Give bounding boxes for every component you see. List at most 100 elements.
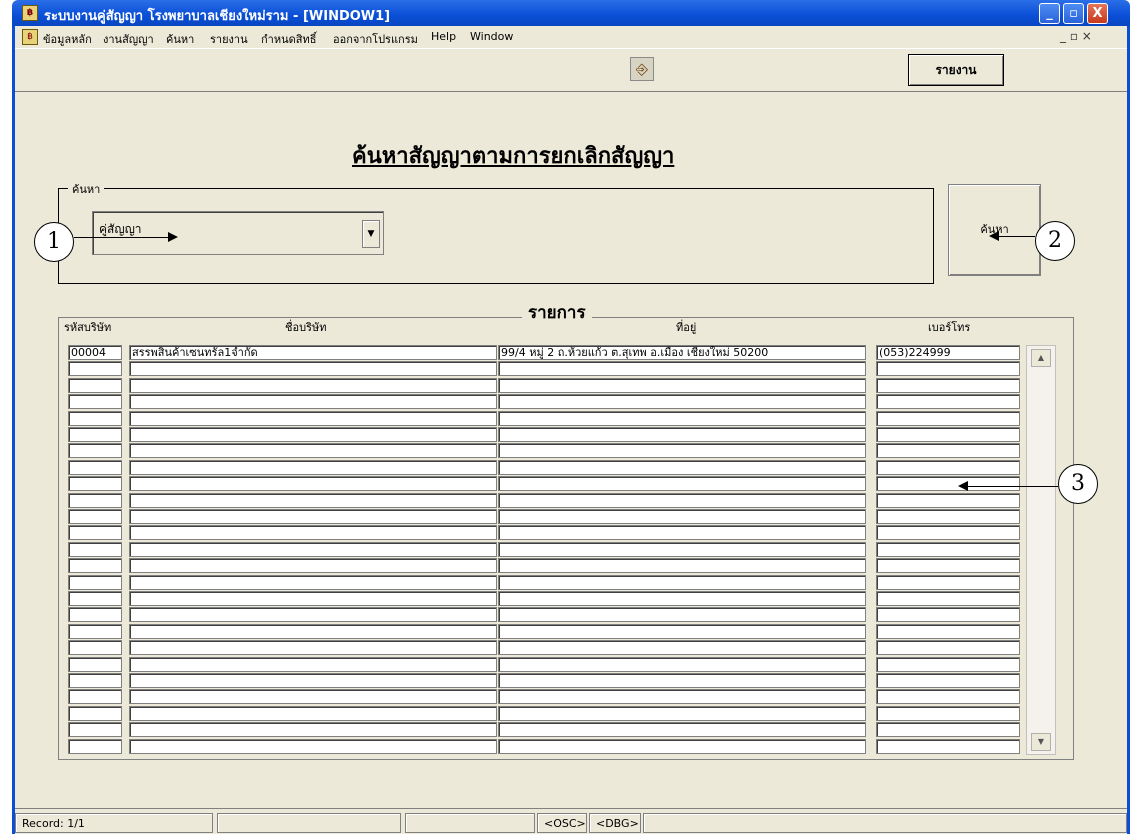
cell-company-name[interactable] bbox=[129, 640, 497, 656]
cell-company-name[interactable] bbox=[129, 509, 497, 524]
cell-company-code[interactable] bbox=[68, 673, 122, 688]
table-row[interactable]: 00004 สรรพสินค้าเซนทรัล1จำกัด 99/4 หมู่ 2 … bbox=[68, 345, 1020, 360]
cell-address[interactable] bbox=[498, 525, 866, 541]
cell-phone[interactable] bbox=[876, 574, 1020, 590]
cell-company-name[interactable] bbox=[129, 607, 497, 623]
app-icon[interactable]: ฿ bbox=[22, 5, 38, 21]
report-button[interactable]: รายงาน bbox=[908, 54, 1004, 86]
cell-company-name[interactable] bbox=[129, 689, 497, 705]
cell-address[interactable] bbox=[498, 410, 866, 426]
cell-company-code[interactable] bbox=[68, 722, 122, 738]
cell-address[interactable] bbox=[498, 443, 866, 459]
cell-company-name[interactable] bbox=[129, 492, 497, 508]
chevron-down-icon[interactable]: ▼ bbox=[362, 220, 380, 248]
cell-company-code[interactable] bbox=[68, 640, 122, 656]
cell-company-name[interactable] bbox=[129, 525, 497, 541]
cell-phone[interactable] bbox=[876, 410, 1020, 426]
table-row[interactable] bbox=[68, 591, 1020, 606]
search-button[interactable]: ค้นหา bbox=[948, 184, 1041, 276]
cell-company-code[interactable]: 00004 bbox=[68, 345, 122, 360]
table-row[interactable] bbox=[68, 410, 1020, 426]
table-row[interactable] bbox=[68, 558, 1020, 574]
cell-address[interactable] bbox=[498, 459, 866, 475]
vertical-scrollbar[interactable]: ▲ ▼ bbox=[1026, 345, 1056, 755]
table-row[interactable] bbox=[68, 427, 1020, 442]
cell-address[interactable] bbox=[498, 623, 866, 639]
cell-company-name[interactable] bbox=[129, 722, 497, 738]
cell-company-code[interactable] bbox=[68, 607, 122, 623]
minimize-button[interactable]: _ bbox=[1039, 3, 1060, 24]
cell-company-name[interactable] bbox=[129, 673, 497, 688]
cell-address[interactable] bbox=[498, 394, 866, 410]
cell-phone[interactable] bbox=[876, 361, 1020, 377]
cell-address[interactable] bbox=[498, 738, 866, 754]
cell-address[interactable] bbox=[498, 427, 866, 442]
cell-address[interactable] bbox=[498, 607, 866, 623]
mdi-child-icon[interactable]: ฿ bbox=[22, 29, 38, 45]
cell-company-code[interactable] bbox=[68, 738, 122, 754]
cell-phone[interactable] bbox=[876, 525, 1020, 541]
cell-company-name[interactable] bbox=[129, 623, 497, 639]
cell-phone[interactable] bbox=[876, 640, 1020, 656]
cell-phone[interactable] bbox=[876, 492, 1020, 508]
cell-company-code[interactable] bbox=[68, 558, 122, 574]
cell-company-name[interactable] bbox=[129, 656, 497, 672]
cell-phone[interactable] bbox=[876, 673, 1020, 688]
cell-company-code[interactable] bbox=[68, 476, 122, 492]
cell-company-code[interactable] bbox=[68, 541, 122, 557]
cell-phone[interactable] bbox=[876, 738, 1020, 754]
cell-phone[interactable] bbox=[876, 722, 1020, 738]
maximize-button[interactable]: ▫ bbox=[1063, 3, 1084, 24]
cell-phone[interactable] bbox=[876, 558, 1020, 574]
menu-item-contract[interactable]: งานสัญญา bbox=[103, 30, 154, 48]
table-row[interactable] bbox=[68, 607, 1020, 623]
cell-address[interactable] bbox=[498, 705, 866, 721]
table-row[interactable] bbox=[68, 656, 1020, 672]
cell-phone[interactable] bbox=[876, 443, 1020, 459]
cell-phone[interactable] bbox=[876, 541, 1020, 557]
cell-phone[interactable] bbox=[876, 459, 1020, 475]
menu-item-search[interactable]: ค้นหา bbox=[166, 30, 194, 48]
cell-phone[interactable] bbox=[876, 656, 1020, 672]
cell-company-name[interactable] bbox=[129, 558, 497, 574]
table-row[interactable] bbox=[68, 705, 1020, 721]
cell-address[interactable] bbox=[498, 673, 866, 688]
table-row[interactable] bbox=[68, 640, 1020, 656]
cell-address[interactable] bbox=[498, 558, 866, 574]
cell-phone[interactable] bbox=[876, 689, 1020, 705]
search-type-combobox[interactable]: คู่สัญญา ▼ bbox=[92, 211, 384, 255]
cell-address[interactable] bbox=[498, 476, 866, 492]
cell-company-code[interactable] bbox=[68, 427, 122, 442]
cell-address[interactable] bbox=[498, 361, 866, 377]
door-exit-icon[interactable]: ⎆ bbox=[630, 57, 654, 81]
table-row[interactable] bbox=[68, 443, 1020, 459]
cell-company-code[interactable] bbox=[68, 377, 122, 393]
cell-company-name[interactable] bbox=[129, 459, 497, 475]
cell-address[interactable] bbox=[498, 377, 866, 393]
table-row[interactable] bbox=[68, 623, 1020, 639]
menu-item-report[interactable]: รายงาน bbox=[210, 30, 248, 48]
close-button[interactable]: X bbox=[1087, 3, 1108, 24]
table-row[interactable] bbox=[68, 673, 1020, 688]
cell-company-name[interactable] bbox=[129, 476, 497, 492]
table-row[interactable] bbox=[68, 377, 1020, 393]
scroll-down-icon[interactable]: ▼ bbox=[1031, 733, 1051, 751]
cell-phone[interactable] bbox=[876, 591, 1020, 606]
cell-company-name[interactable] bbox=[129, 443, 497, 459]
table-row[interactable] bbox=[68, 459, 1020, 475]
cell-company-name[interactable] bbox=[129, 705, 497, 721]
cell-company-name[interactable] bbox=[129, 377, 497, 393]
cell-address[interactable] bbox=[498, 574, 866, 590]
cell-phone[interactable] bbox=[876, 377, 1020, 393]
cell-address[interactable] bbox=[498, 689, 866, 705]
cell-address[interactable]: 99/4 หมู่ 2 ถ.ห้วยแก้ว ต.สุเทพ อ.เมือง เ… bbox=[498, 345, 866, 360]
cell-company-code[interactable] bbox=[68, 410, 122, 426]
cell-company-code[interactable] bbox=[68, 705, 122, 721]
table-row[interactable] bbox=[68, 738, 1020, 754]
cell-company-code[interactable] bbox=[68, 459, 122, 475]
table-row[interactable] bbox=[68, 574, 1020, 590]
table-row[interactable] bbox=[68, 361, 1020, 377]
cell-phone[interactable] bbox=[876, 394, 1020, 410]
table-row[interactable] bbox=[68, 394, 1020, 410]
cell-phone[interactable] bbox=[876, 705, 1020, 721]
